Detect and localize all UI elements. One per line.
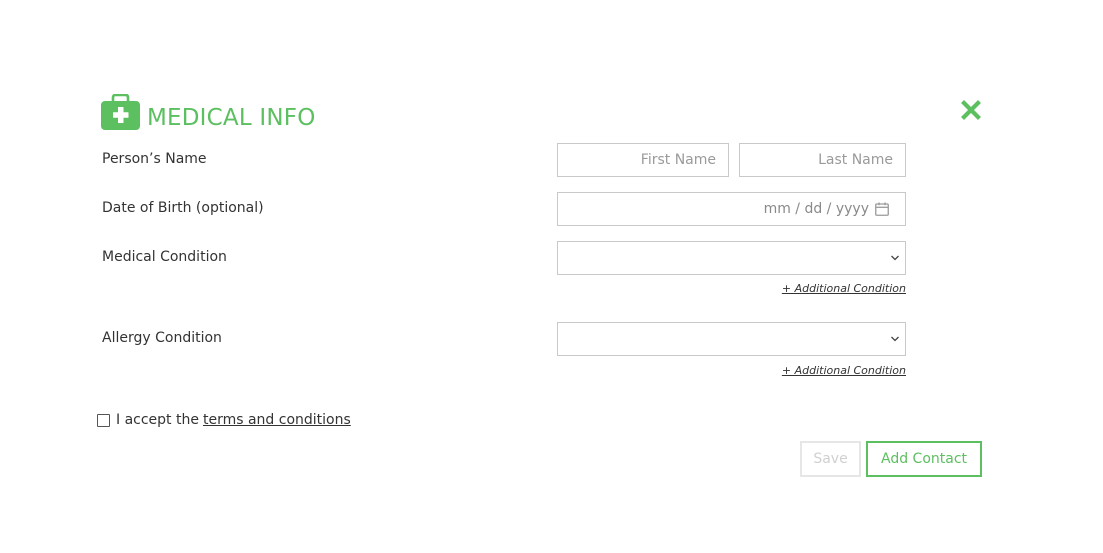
chevron-down-icon: [891, 255, 899, 261]
terms-checkbox[interactable]: [97, 413, 110, 427]
add-medical-condition-link[interactable]: + Additional Condition: [782, 282, 906, 295]
last-name-field[interactable]: [739, 143, 906, 177]
close-icon[interactable]: [960, 99, 982, 121]
medical-condition-select[interactable]: [557, 241, 906, 275]
dob-placeholder: mm / dd / yyyy: [763, 201, 869, 217]
medical-condition-label: Medical Condition: [102, 249, 227, 265]
terms-prefix: I accept the: [116, 412, 199, 428]
chevron-down-icon: [891, 336, 899, 342]
name-label: Person’s Name: [102, 151, 207, 167]
last-name-input[interactable]: [740, 144, 905, 176]
dob-label: Date of Birth (optional): [102, 200, 264, 216]
first-aid-kit-icon: [101, 94, 140, 130]
calendar-icon[interactable]: [875, 202, 889, 216]
allergy-condition-select[interactable]: [557, 322, 906, 356]
add-contact-button[interactable]: Add Contact: [866, 441, 982, 477]
modal-header: MEDICAL INFO: [101, 88, 316, 130]
add-allergy-condition-link[interactable]: + Additional Condition: [782, 364, 906, 377]
dob-field[interactable]: mm / dd / yyyy: [557, 192, 906, 226]
save-button[interactable]: Save: [800, 441, 861, 477]
first-name-input[interactable]: [558, 144, 728, 176]
terms-link[interactable]: terms and conditions: [203, 412, 351, 428]
page-title: MEDICAL INFO: [147, 105, 316, 131]
first-name-field[interactable]: [557, 143, 729, 177]
terms-row: I accept the terms and conditions: [97, 412, 351, 428]
allergy-condition-label: Allergy Condition: [102, 330, 222, 346]
